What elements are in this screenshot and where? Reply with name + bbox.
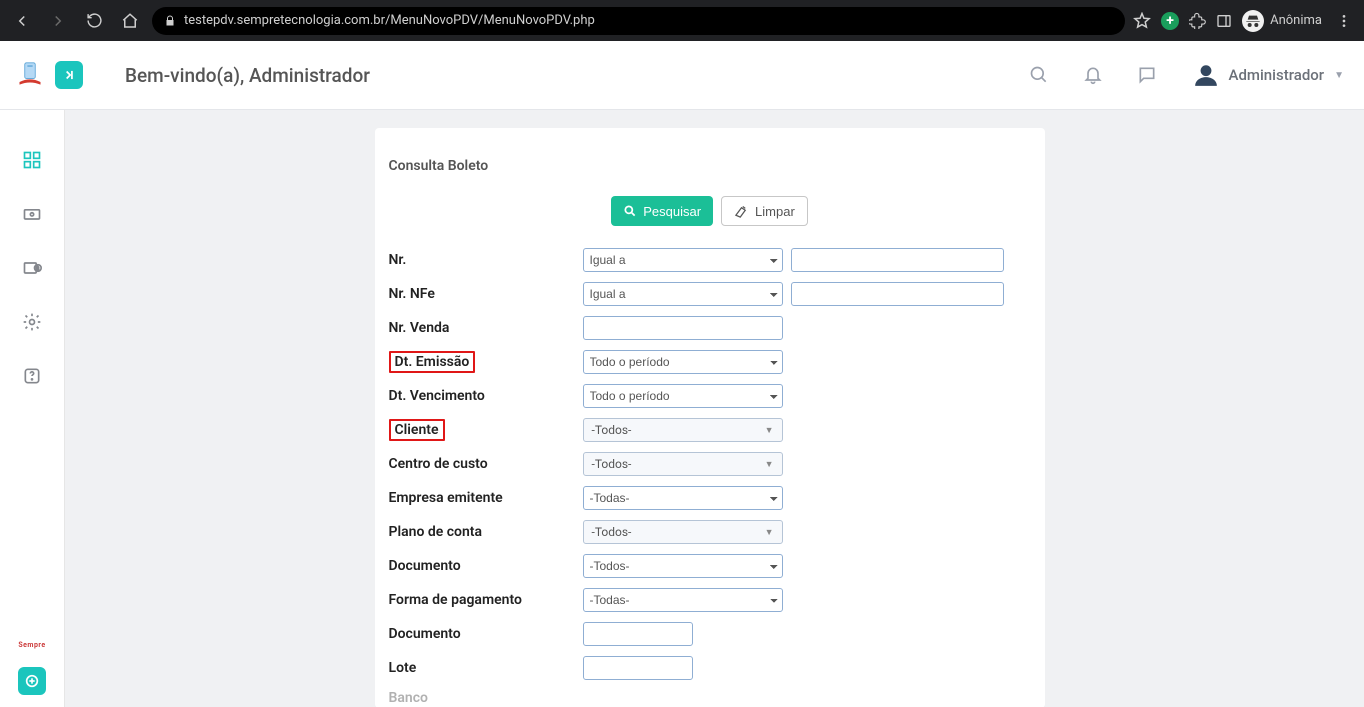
label-nrnfe: Nr. NFe: [389, 286, 583, 302]
url-text: testepdv.sempretecnologia.com.br/MenuNov…: [184, 13, 595, 28]
brand-text: Sempre: [18, 641, 45, 649]
formapag-select[interactable]: -Todas-: [583, 588, 783, 612]
nr-input[interactable]: [791, 248, 1004, 272]
chevron-down-icon: ▼: [765, 527, 774, 538]
nrvenda-input[interactable]: [583, 316, 783, 340]
reload-icon[interactable]: [80, 7, 108, 35]
star-icon[interactable]: [1133, 12, 1151, 30]
back-icon[interactable]: [8, 7, 36, 35]
home-icon[interactable]: [116, 7, 144, 35]
chat-icon[interactable]: [1129, 57, 1165, 93]
card-consulta-boleto: Consulta Boleto Pesquisar Limpar Nr. Igu…: [375, 128, 1045, 707]
label-dtvenc: Dt. Vencimento: [389, 388, 583, 404]
label-lote: Lote: [389, 660, 583, 676]
label-documento2: Documento: [389, 626, 583, 642]
lock-icon: [164, 15, 176, 27]
user-name: Administrador: [1229, 66, 1325, 84]
clear-button[interactable]: Limpar: [721, 196, 808, 226]
search-icon[interactable]: [1021, 57, 1057, 93]
planoconta-selected: -Todos-: [592, 525, 632, 539]
forward-icon: [44, 7, 72, 35]
label-empresa: Empresa emitente: [389, 490, 583, 506]
svg-text:$: $: [36, 266, 39, 273]
sidebar-finance[interactable]: $: [20, 256, 44, 280]
planoconta-select[interactable]: -Todos- ▼: [583, 520, 783, 544]
label-cliente: Cliente: [389, 419, 445, 441]
label-centrocusto: Centro de custo: [389, 456, 583, 472]
label-nrvenda: Nr. Venda: [389, 320, 583, 336]
app-logo: [15, 60, 45, 90]
sidebar-help[interactable]: [20, 364, 44, 388]
empresa-select[interactable]: -Todas-: [583, 486, 783, 510]
cliente-selected: -Todos-: [592, 423, 632, 437]
sidebar-toggle[interactable]: [55, 61, 83, 89]
add-fab[interactable]: [18, 667, 46, 695]
documento2-input[interactable]: [583, 622, 693, 646]
welcome-text: Bem-vindo(a), Administrador: [125, 64, 370, 87]
incognito-badge: Anônima: [1242, 10, 1322, 32]
sidebar: $ Sempre: [0, 110, 65, 707]
label-formapag: Forma de pagamento: [389, 592, 583, 608]
label-dtemissao: Dt. Emissão: [389, 351, 476, 373]
chevron-down-icon: ▼: [765, 425, 774, 436]
browser-right-icons: + Anônima: [1133, 10, 1356, 32]
label-documento: Documento: [389, 558, 583, 574]
search-button[interactable]: Pesquisar: [611, 196, 713, 226]
label-planoconta: Plano de conta: [389, 524, 583, 540]
user-menu[interactable]: Administrador ▼: [1193, 62, 1344, 88]
incognito-icon: [1242, 10, 1264, 32]
address-bar[interactable]: testepdv.sempretecnologia.com.br/MenuNov…: [152, 7, 1125, 35]
app-header: Bem-vindo(a), Administrador Administrado…: [0, 41, 1364, 110]
label-nr: Nr.: [389, 252, 583, 268]
lote-input[interactable]: [583, 656, 693, 680]
nrnfe-operator-select[interactable]: Igual a: [583, 282, 783, 306]
browser-toolbar: testepdv.sempretecnologia.com.br/MenuNov…: [0, 0, 1364, 41]
dtvenc-select[interactable]: Todo o período: [583, 384, 783, 408]
search-button-label: Pesquisar: [643, 204, 701, 219]
sidebar-payments[interactable]: [20, 202, 44, 226]
plus-icon[interactable]: +: [1161, 12, 1179, 30]
documento-select[interactable]: -Todos-: [583, 554, 783, 578]
sidebar-settings[interactable]: [20, 310, 44, 334]
centrocusto-selected: -Todos-: [592, 457, 632, 471]
extensions-icon[interactable]: [1189, 12, 1206, 29]
nrnfe-input[interactable]: [791, 282, 1004, 306]
clear-button-label: Limpar: [755, 204, 795, 219]
incognito-label: Anônima: [1270, 13, 1322, 28]
panel-icon[interactable]: [1216, 13, 1232, 29]
kebab-icon[interactable]: [1332, 13, 1356, 29]
sidebar-dashboard[interactable]: [20, 148, 44, 172]
nr-operator-select[interactable]: Igual a: [583, 248, 783, 272]
card-title: Consulta Boleto: [389, 158, 1031, 174]
bell-icon[interactable]: [1075, 57, 1111, 93]
cliente-select[interactable]: -Todos- ▼: [583, 418, 783, 442]
centrocusto-select[interactable]: -Todos- ▼: [583, 452, 783, 476]
chevron-down-icon: ▼: [765, 459, 774, 470]
avatar-icon: [1193, 62, 1219, 88]
dtemissao-select[interactable]: Todo o período: [583, 350, 783, 374]
label-banco: Banco: [389, 690, 583, 706]
chevron-down-icon: ▼: [1334, 70, 1344, 81]
